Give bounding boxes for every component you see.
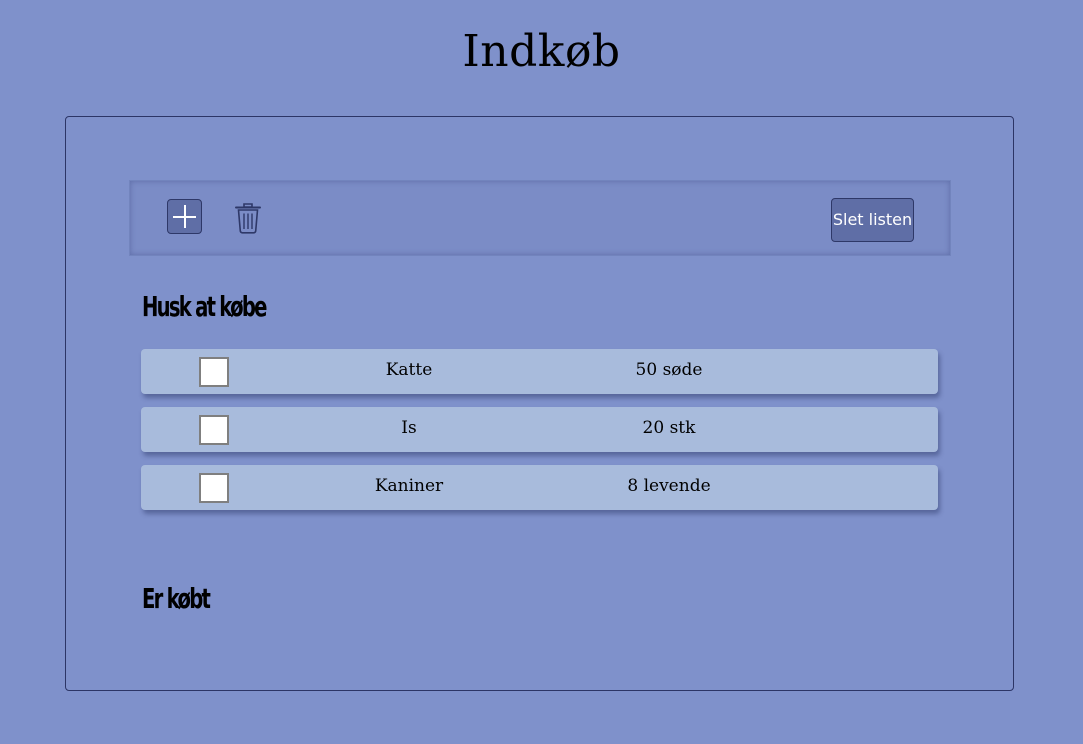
toolbar: Slet listen [129,180,951,256]
item-quantity: 50 søde [635,360,703,380]
item-checkbox[interactable] [199,357,229,387]
to-buy-heading: Husk at købe [142,290,267,323]
to-buy-list: Katte 50 søde Is 20 stk Kaniner 8 levend… [141,349,938,523]
item-name: Katte [385,360,433,380]
item-checkbox[interactable] [199,473,229,503]
item-quantity: 20 stk [642,418,696,438]
list-item: Is 20 stk [141,407,938,452]
add-item-button[interactable] [167,199,202,234]
item-quantity: 8 levende [627,476,711,496]
page-title: Indkøb [462,26,621,77]
list-item: Kaniner 8 levende [141,465,938,510]
item-name: Kaniner [374,476,444,496]
shopping-list-card: Slet listen Husk at købe Katte 50 søde I… [65,116,1014,691]
item-checkbox[interactable] [199,415,229,445]
clear-list-button[interactable]: Slet listen [831,198,914,242]
delete-selected-button[interactable] [233,200,263,236]
trash-icon [235,203,261,234]
bought-heading: Er købt [142,582,211,615]
item-name: Is [401,418,417,438]
list-item: Katte 50 søde [141,349,938,394]
